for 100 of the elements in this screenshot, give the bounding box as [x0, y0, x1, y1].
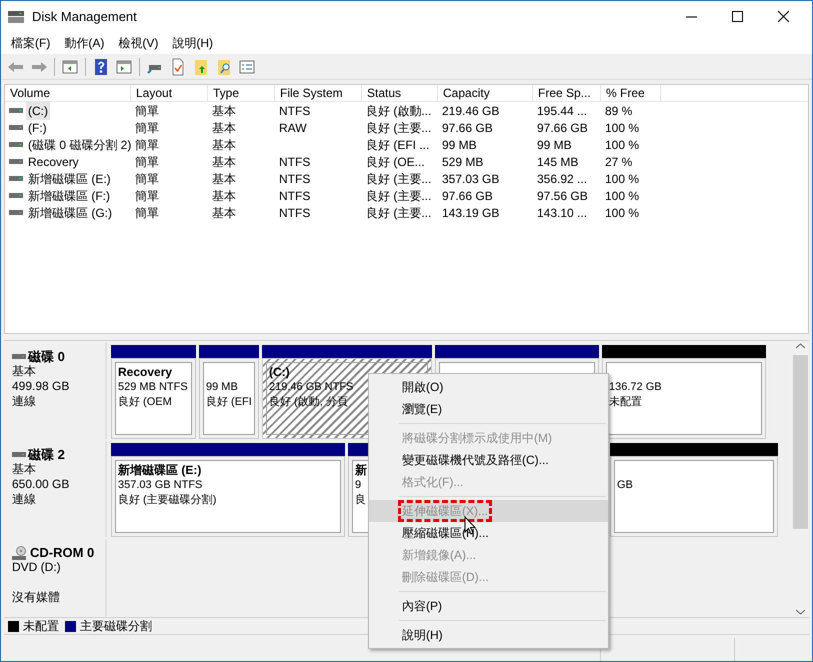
partition-info: 良	[355, 493, 366, 508]
table-cell-text: NTFS	[279, 102, 310, 120]
menu-item[interactable]: 檔案(F)	[5, 34, 56, 52]
partition-info: 9	[355, 478, 362, 493]
menu-item[interactable]: 動作(A)	[58, 34, 110, 52]
table-cell[interactable]: 新增磁碟區 (G:)	[26, 204, 114, 222]
drive-icon	[12, 451, 26, 458]
table-cell-text: 143.19 GB	[442, 204, 500, 222]
column-header[interactable]: Status	[362, 85, 438, 101]
partition-frame[interactable]: 新增磁碟區 (E:) 357.03 GB NTFS 良好 (主要磁碟分割)	[111, 456, 345, 537]
table-cell-text: 27 %	[605, 154, 632, 170]
maximize-icon	[732, 11, 742, 22]
disk-info: 基本	[12, 364, 36, 378]
table-cell-text: 基本	[212, 170, 236, 188]
table-cell-text: 145 MB	[537, 154, 578, 170]
menu-item[interactable]: 說明(H)	[166, 34, 219, 52]
partition-info: 357.03 GB NTFS	[118, 478, 202, 493]
table-cell-text: 簡單	[135, 188, 159, 204]
table-cell-text: 100 %	[605, 136, 640, 154]
partition-info: 99 MB	[206, 380, 238, 395]
menu-item[interactable]: 檢視(V)	[112, 34, 164, 52]
legend-label: 主要磁碟分割	[80, 618, 152, 635]
partition-name: Recovery	[118, 365, 172, 379]
table-cell-text: 基本	[212, 154, 236, 170]
menu-item[interactable]: 說明(H)	[369, 624, 608, 646]
column-header[interactable]: Volume	[5, 85, 131, 101]
table-cell-text: 簡單	[135, 102, 159, 120]
table-cell-text: 100 %	[605, 204, 640, 222]
scrollbar[interactable]	[792, 341, 809, 617]
disk-name: CD-ROM 0	[30, 545, 94, 560]
cd-drive-icon	[12, 546, 28, 560]
partition-info: 529 MB NTFS	[118, 380, 188, 395]
table-cell-text: 143.10 ...	[537, 204, 588, 222]
table-cell-text: 良好 (啟動...	[366, 102, 432, 120]
table-cell[interactable]: 新增磁碟區 (E:)	[26, 170, 113, 188]
table-cell-text: NTFS	[279, 188, 310, 204]
table-cell-text: 基本	[212, 188, 236, 204]
column-header[interactable]: Type	[208, 85, 275, 101]
drive-icon	[9, 158, 23, 165]
column-header[interactable]: File System	[275, 85, 362, 101]
table-cell-text: RAW	[279, 120, 307, 136]
drive-icon	[9, 141, 23, 148]
table-cell-text: 良好 (主要...	[366, 120, 432, 136]
table-cell-text: 97.66 GB	[442, 188, 493, 204]
menu-item[interactable]: 瀏覽(E)	[369, 398, 608, 420]
disk-info: 基本	[12, 462, 36, 476]
partition-frame[interactable]: 136.72 GB 未配置	[602, 358, 766, 439]
table-cell-text: NTFS	[279, 204, 310, 222]
table-cell-text: 良好 (主要...	[366, 204, 432, 222]
menu-item[interactable]: 變更磁碟機代號及路徑(C)...	[369, 449, 608, 471]
partition-frame[interactable]: 99 MB 良好 (EFI	[199, 358, 259, 439]
drive-icon	[9, 192, 23, 199]
table-cell[interactable]: 新增磁碟區 (F:)	[26, 186, 112, 204]
table-cell-text: 良好 (主要...	[366, 188, 432, 204]
column-header[interactable]: Capacity	[438, 85, 533, 101]
disk-info: 沒有媒體	[12, 590, 60, 604]
partition-info: 未配置	[609, 395, 642, 410]
table-cell-text: 簡單	[135, 170, 159, 188]
scroll-down-icon[interactable]	[796, 609, 805, 615]
table-cell[interactable]: (C:)	[26, 102, 50, 120]
menu-item[interactable]: 內容(P)	[369, 595, 608, 617]
partition-name: (C:)	[269, 365, 290, 379]
close-icon	[778, 11, 788, 22]
disk-info: 650.00 GB	[12, 477, 70, 491]
partition-frame[interactable]: Recovery 529 MB NTFS 良好 (OEM	[111, 358, 196, 439]
disk-name: 磁碟 2	[28, 447, 65, 462]
table-cell-text: 100 %	[605, 170, 640, 188]
legend-label: 未配置	[23, 618, 59, 635]
drive-icon	[9, 124, 23, 131]
table-cell-text: 100 %	[605, 120, 640, 136]
column-header[interactable]: Free Sp...	[533, 85, 601, 101]
table-cell-text: 97.66 GB	[537, 120, 588, 136]
drive-icon	[12, 353, 26, 360]
column-header[interactable]: % Free	[601, 85, 661, 101]
partition-info: 良好 (OEM	[118, 395, 172, 410]
table-cell[interactable]: (磁碟 0 磁碟分割 2)	[26, 136, 134, 154]
disk-info: DVD (D:)	[12, 560, 61, 574]
menu-item[interactable]: 開啟(O)	[369, 376, 608, 398]
table-cell-text: 基本	[212, 204, 236, 222]
table-cell[interactable]: Recovery	[26, 152, 81, 170]
table-cell-text: 簡單	[135, 204, 159, 222]
scroll-up-icon[interactable]	[796, 343, 805, 349]
partition-frame[interactable]: GB	[610, 456, 778, 537]
table-cell[interactable]: (F:)	[26, 118, 49, 136]
partition-info: 良好 (啟動, 分頁	[269, 395, 348, 410]
table-cell-text: 356.92 ...	[537, 170, 588, 188]
disk-name: 磁碟 0	[28, 349, 65, 364]
disk-info: 連線	[12, 394, 36, 408]
partition-info: 219.46 GB NTFS	[269, 380, 354, 395]
table-cell-text: 良好 (主要...	[366, 170, 432, 188]
drive-icon	[9, 209, 23, 216]
app-icon	[7, 10, 25, 24]
table-cell-text: 97.66 GB	[442, 120, 493, 136]
table-cell-text: 100 %	[605, 188, 640, 204]
disk-info: 連線	[12, 492, 36, 506]
table-cell-text: NTFS	[279, 170, 310, 188]
partition-info: 136.72 GB	[609, 380, 662, 395]
disk-info: 499.98 GB	[12, 379, 70, 393]
table-cell-text: 基本	[212, 136, 236, 154]
column-header[interactable]: Layout	[131, 85, 208, 101]
